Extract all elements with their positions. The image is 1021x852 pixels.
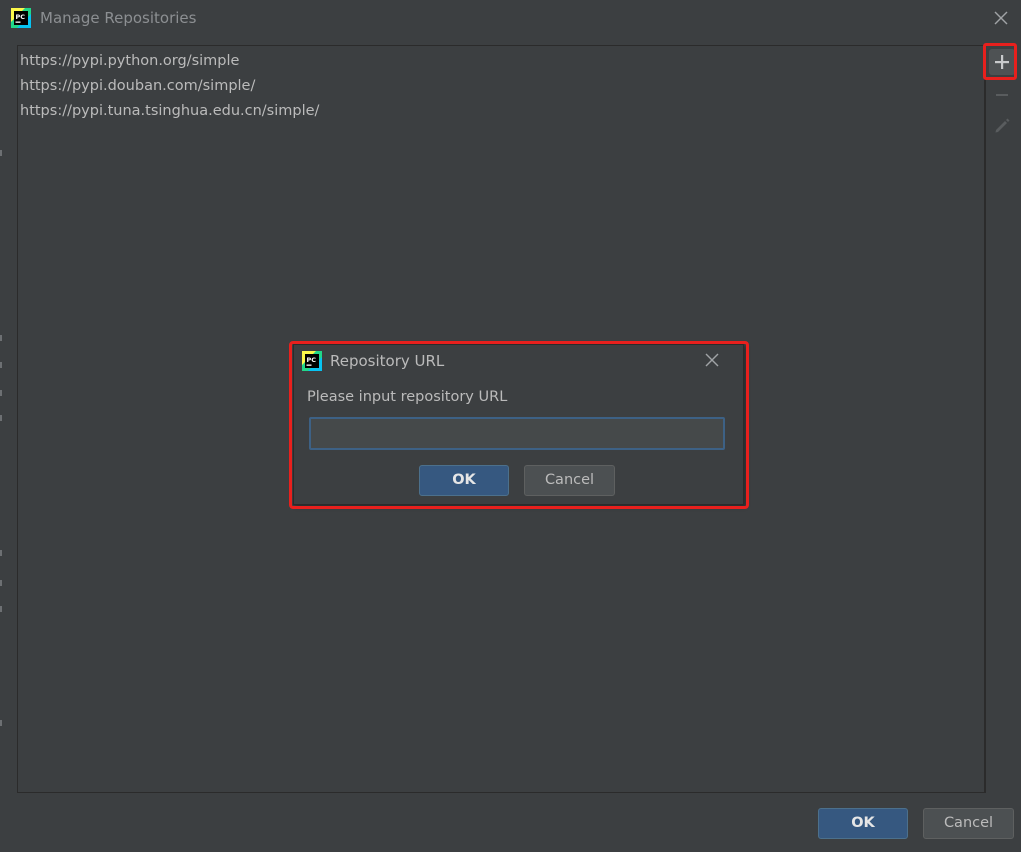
dialog-cancel-button[interactable]: Cancel <box>524 465 615 496</box>
repository-url-input[interactable] <box>309 417 725 450</box>
list-item[interactable]: https://pypi.douban.com/simple/ <box>20 76 984 101</box>
pycharm-logo-icon: PC <box>11 8 31 28</box>
pycharm-logo-icon: PC <box>302 351 322 371</box>
background-edge-mark <box>0 335 2 341</box>
title-bar: PC Manage Repositories <box>0 0 1021 38</box>
dialog-ok-button[interactable]: OK <box>419 465 509 496</box>
window-title: Manage Repositories <box>40 9 197 27</box>
close-icon[interactable] <box>704 352 720 368</box>
dialog-title: Repository URL <box>330 352 445 370</box>
repository-url-dialog: PC Repository URL Please input repositor… <box>293 344 744 505</box>
plus-icon <box>995 55 1009 69</box>
pencil-icon <box>995 118 1010 133</box>
background-edge-mark <box>0 550 2 556</box>
repository-list: https://pypi.python.org/simple https://p… <box>18 46 984 126</box>
background-edge-mark <box>0 606 2 612</box>
list-item[interactable]: https://pypi.tuna.tsinghua.edu.cn/simple… <box>20 101 984 126</box>
background-edge-mark <box>0 580 2 586</box>
background-edge-mark <box>0 150 2 156</box>
background-edge-mark <box>0 362 2 368</box>
close-icon[interactable] <box>993 10 1009 26</box>
repository-url-label: Please input repository URL <box>307 389 508 405</box>
svg-text:PC: PC <box>16 13 26 21</box>
manage-repositories-window: PC Manage Repositories https://pypi.pyth… <box>0 0 1021 852</box>
background-edge-mark <box>0 415 2 421</box>
background-edge-mark <box>0 390 2 396</box>
minus-icon <box>996 94 1008 96</box>
ok-button[interactable]: OK <box>818 808 908 839</box>
background-edge-mark <box>0 720 2 726</box>
remove-repository-button[interactable] <box>986 80 1018 110</box>
list-item[interactable]: https://pypi.python.org/simple <box>20 51 984 76</box>
add-repository-button[interactable] <box>986 47 1018 77</box>
repository-toolbar <box>985 45 1019 793</box>
edit-repository-button[interactable] <box>986 111 1018 141</box>
cancel-button[interactable]: Cancel <box>923 808 1014 839</box>
svg-text:PC: PC <box>307 356 317 364</box>
